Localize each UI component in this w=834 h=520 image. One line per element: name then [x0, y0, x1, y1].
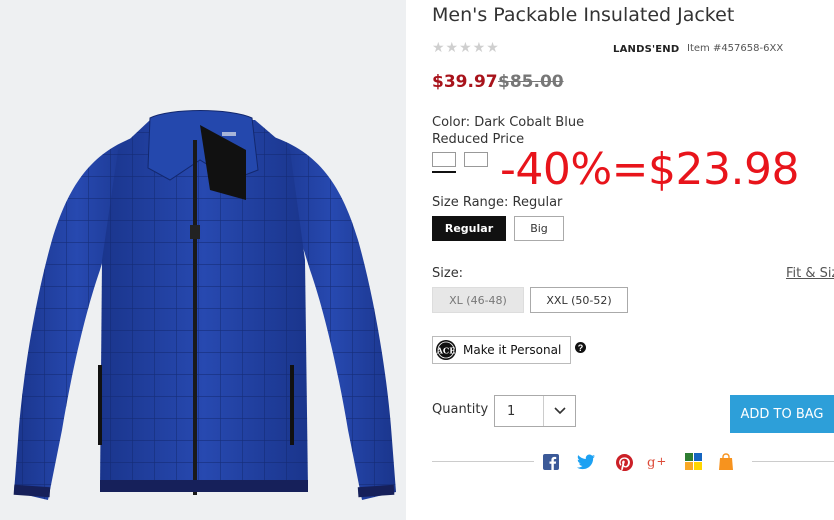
make-it-personal-label: Make it Personal [463, 343, 562, 357]
color-swatch[interactable] [464, 152, 488, 167]
fit-and-size-link[interactable]: Fit & Size [786, 266, 834, 281]
help-icon[interactable]: ? [575, 342, 586, 353]
size-range-regular-button[interactable]: Regular [432, 216, 506, 241]
google-plus-icon[interactable]: g + [646, 451, 670, 473]
facebook-icon[interactable] [542, 451, 560, 473]
twitter-icon[interactable] [576, 451, 596, 473]
promo-overlay-text: -40%=$23.98 [500, 144, 800, 195]
quantity-value: 1 [507, 403, 516, 419]
quantity-select[interactable]: 1 [494, 395, 576, 427]
divider-left [432, 461, 534, 462]
divider-right [752, 461, 834, 462]
color-swatch-selected[interactable] [432, 152, 456, 167]
rating-stars[interactable]: ★★★★★ [432, 39, 500, 56]
svg-text:ACE: ACE [436, 346, 456, 356]
make-it-personal-button[interactable]: ACE Make it Personal [432, 336, 571, 364]
size-range-big-button[interactable]: Big [514, 216, 564, 241]
multicolor-squares-icon[interactable] [684, 451, 704, 473]
shopping-bag-icon[interactable] [716, 451, 736, 473]
swatch-selected-indicator [432, 171, 456, 173]
original-price: $85.00 [498, 72, 564, 92]
monogram-icon: ACE [436, 340, 456, 360]
quantity-label: Quantity [432, 402, 489, 417]
product-image[interactable] [0, 0, 406, 520]
svg-text:g: g [647, 455, 656, 470]
item-number: Item #457658-6XX [687, 43, 784, 54]
size-xl-button[interactable]: XL (46-48) [432, 287, 524, 313]
jacket-illustration [13, 110, 396, 500]
svg-text:+: + [657, 454, 667, 468]
add-to-bag-button[interactable]: ADD TO BAG [730, 395, 834, 433]
size-label: Size: [432, 266, 464, 281]
size-xxl-button[interactable]: XXL (50-52) [530, 287, 628, 313]
product-title: Men's Packable Insulated Jacket [432, 4, 735, 26]
brand-logo: LANDS'END [613, 44, 680, 55]
sale-price: $39.97 [432, 72, 498, 92]
chevron-down-icon[interactable] [543, 396, 576, 426]
color-label: Color: Dark Cobalt Blue [432, 115, 585, 130]
pinterest-icon[interactable] [614, 451, 634, 473]
size-range-label: Size Range: Regular [432, 195, 563, 210]
